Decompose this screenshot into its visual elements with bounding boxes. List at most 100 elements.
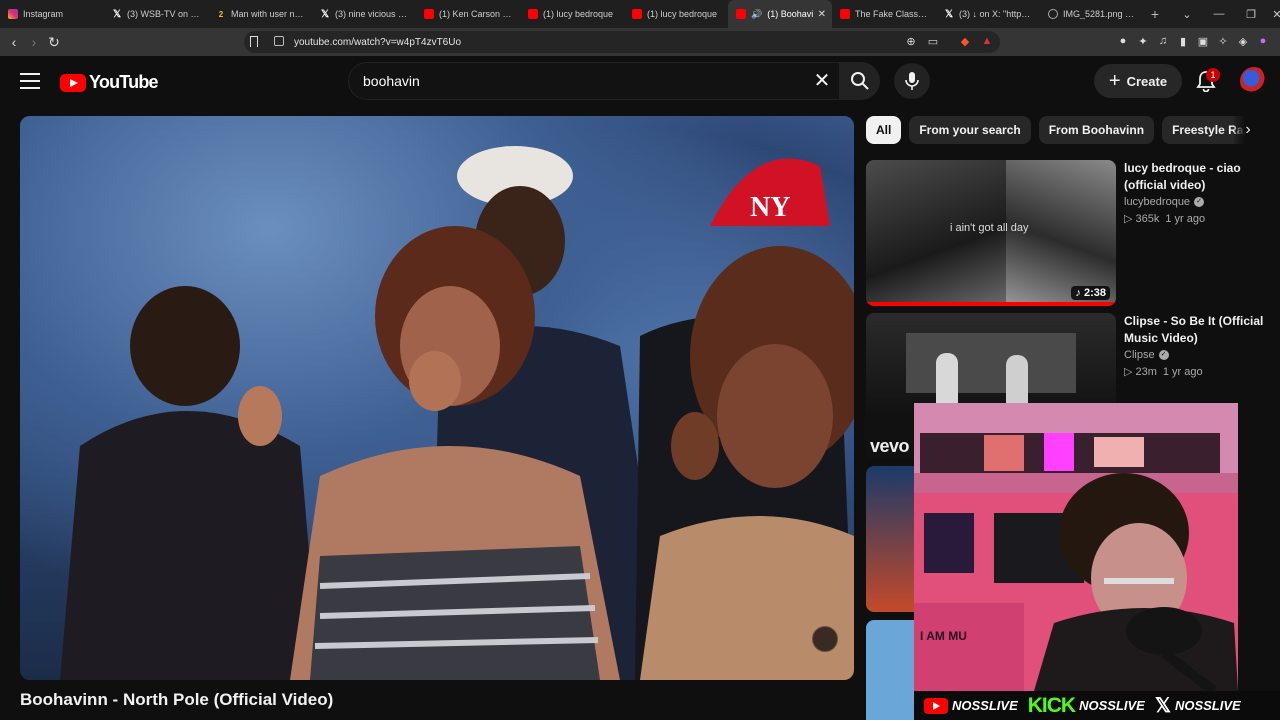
reload-icon[interactable]: ↻ — [45, 33, 63, 51]
browser-tab[interactable]: (1) Ken Carson - 9 — [416, 0, 520, 28]
video-thumbnail-partial[interactable] — [866, 466, 914, 612]
views-play-icon: ▷ — [1124, 213, 1133, 225]
youtube-icon — [632, 9, 642, 19]
channel-watermark[interactable] — [812, 626, 838, 652]
youtube-icon — [736, 9, 746, 19]
channel-name-row[interactable]: lucybedroque ✓ — [1124, 196, 1270, 208]
video-player[interactable]: NY — [20, 116, 854, 680]
zoom-icon[interactable]: ⊕ — [904, 34, 918, 48]
cast-icon[interactable]: ▭ — [926, 34, 940, 48]
leo-icon[interactable]: ✧ — [1216, 34, 1230, 48]
chip-from-channel[interactable]: From Boohavinn — [1038, 116, 1155, 144]
close-tab-icon[interactable]: ✕ — [818, 9, 826, 20]
x-logo-icon: 𝕏 — [1154, 695, 1171, 717]
watched-progress-bar — [866, 302, 1116, 306]
minimize-icon[interactable]: — — [1204, 0, 1234, 28]
bookmark-icon[interactable] — [250, 36, 258, 47]
x-handle: NOSSLIVE — [1174, 698, 1241, 713]
instagram-icon — [8, 9, 18, 19]
search-input[interactable]: boohavin — [348, 62, 840, 100]
globe-icon — [1048, 9, 1058, 19]
address-toolbar: ‹ › ↻ youtube.com/watch?v=w4pT4zvT6Uo ⊕ … — [0, 28, 1280, 56]
browser-tab-strip: Instagram 𝕏 (3) WSB-TV on X: "I 2 Man with… — [0, 0, 1280, 28]
video-meta: lucy bedroque - ciao (official video) lu… — [1124, 160, 1270, 225]
back-icon[interactable]: ‹ — [5, 33, 23, 51]
related-filter-chips: All From your search From Boohavinn Free… — [866, 116, 1280, 144]
create-button[interactable]: + Create — [1094, 64, 1182, 98]
profile-icon[interactable]: ● — [1256, 34, 1270, 48]
browser-tab[interactable]: 𝕏 (3) ↓ on X: "https:// — [936, 0, 1040, 28]
url-bar[interactable]: youtube.com/watch?v=w4pT4zvT6Uo — [244, 31, 1000, 53]
thumbnail-caption: i ain't got all day — [950, 222, 1029, 234]
plus-icon: + — [1108, 69, 1121, 92]
puzzle-icon[interactable]: ✦ — [1136, 34, 1150, 48]
forward-icon[interactable]: › — [25, 33, 43, 51]
url-text: youtube.com/watch?v=w4pT4zvT6Uo — [294, 36, 462, 48]
microphone-icon — [905, 72, 919, 90]
rewards-icon[interactable]: ▲ — [980, 34, 994, 48]
video-title: Boohavinn - North Pole (Official Video) — [20, 690, 334, 709]
brave-shield-icon[interactable]: ◆ — [958, 34, 972, 48]
browser-tab[interactable]: (1) lucy bedroque — [520, 0, 624, 28]
youtube-icon — [424, 9, 434, 19]
hamburger-menu-icon[interactable] — [20, 73, 40, 89]
thumbnail-building — [906, 333, 1076, 393]
video-stats: ▷ 365k 1 yr ago — [1124, 212, 1206, 226]
search-icon — [851, 72, 869, 90]
streamer-webcam: I AM MU — [914, 403, 1238, 691]
x-logo-icon: 𝕏 — [944, 8, 954, 20]
browser-tab[interactable]: 𝕏 (3) WSB-TV on X: "I — [104, 0, 208, 28]
vpn-icon[interactable]: ◈ — [1236, 34, 1250, 48]
chip-all[interactable]: All — [866, 116, 902, 144]
youtube-play-icon — [60, 73, 86, 92]
kick-handle: NOSSLIVE — [1079, 698, 1145, 713]
close-window-icon[interactable]: ✕ — [1262, 0, 1280, 28]
notification-badge: 1 — [1206, 68, 1220, 82]
chip-from-your-search[interactable]: From your search — [909, 116, 1031, 144]
speaker-icon[interactable]: 🔊 — [751, 9, 762, 20]
channel-name-row[interactable]: Clipse ✓ — [1124, 349, 1270, 361]
voice-search-button[interactable] — [894, 63, 930, 99]
shorts-note-icon: ♪ — [1075, 287, 1084, 299]
browser-tab[interactable]: The Fake Class Pol — [832, 0, 936, 28]
kick-logo: KICK — [1027, 693, 1076, 717]
browser-tab[interactable]: (1) lucy bedroque — [624, 0, 728, 28]
youtube-logo[interactable]: YouTube — [60, 72, 159, 93]
ai-icon: 2 — [218, 9, 224, 19]
recommended-title[interactable]: lucy bedroque - ciao (official video) — [1124, 160, 1270, 194]
site-info-icon[interactable] — [274, 36, 284, 46]
browser-tab[interactable]: Instagram — [0, 0, 104, 28]
wall-sign-text: I AM MU — [920, 629, 967, 643]
verified-check-icon: ✓ — [1158, 350, 1169, 360]
video-stats: ▷ 23m 1 yr ago — [1124, 365, 1203, 379]
youtube-icon — [528, 9, 538, 19]
recommended-video[interactable]: i ain't got all day ♪ 2:38 lucy bedroque… — [866, 160, 1270, 306]
video-thumbnail[interactable]: i ain't got all day ♪ 2:38 — [866, 160, 1116, 306]
verified-check-icon: ✓ — [1194, 197, 1205, 207]
views-play-icon: ▷ — [1124, 366, 1133, 378]
webcam-scene — [914, 403, 1238, 691]
chevron-right-icon[interactable]: › — [1234, 116, 1262, 144]
tab-search-icon[interactable]: ⌄ — [1172, 0, 1202, 28]
youtube-handle: NOSSLIVE — [952, 698, 1018, 713]
x-logo-icon: 𝕏 — [112, 8, 122, 20]
recommended-title[interactable]: Clipse - So Be It (Official Music Video) — [1124, 313, 1270, 347]
wallet-icon[interactable]: ▣ — [1196, 34, 1210, 48]
video-thumbnail-partial[interactable] — [866, 620, 914, 720]
browser-tab[interactable]: IMG_5281.png (42 — [1040, 0, 1144, 28]
video-meta: Clipse - So Be It (Official Music Video)… — [1124, 313, 1270, 378]
sidebar-icon[interactable]: ▮ — [1176, 34, 1190, 48]
svg-text:NY: NY — [750, 192, 790, 223]
new-tab-button[interactable]: + — [1144, 6, 1166, 22]
x-logo-icon: 𝕏 — [320, 8, 330, 20]
browser-tab-active[interactable]: 🔊 (1) Boohavi ✕ — [728, 0, 832, 28]
browser-tab[interactable]: 𝕏 (3) nine vicious - S — [312, 0, 416, 28]
vevo-logo: vevo — [870, 436, 910, 456]
clear-search-icon[interactable]: ✕ — [810, 70, 834, 94]
browser-tab[interactable]: 2 Man with user nam — [208, 0, 312, 28]
account-avatar[interactable] — [1240, 67, 1268, 95]
music-icon[interactable]: ♫ — [1156, 34, 1170, 48]
search-button[interactable] — [840, 62, 880, 100]
extension-icon[interactable]: ● — [1116, 34, 1130, 48]
youtube-icon — [840, 9, 850, 19]
